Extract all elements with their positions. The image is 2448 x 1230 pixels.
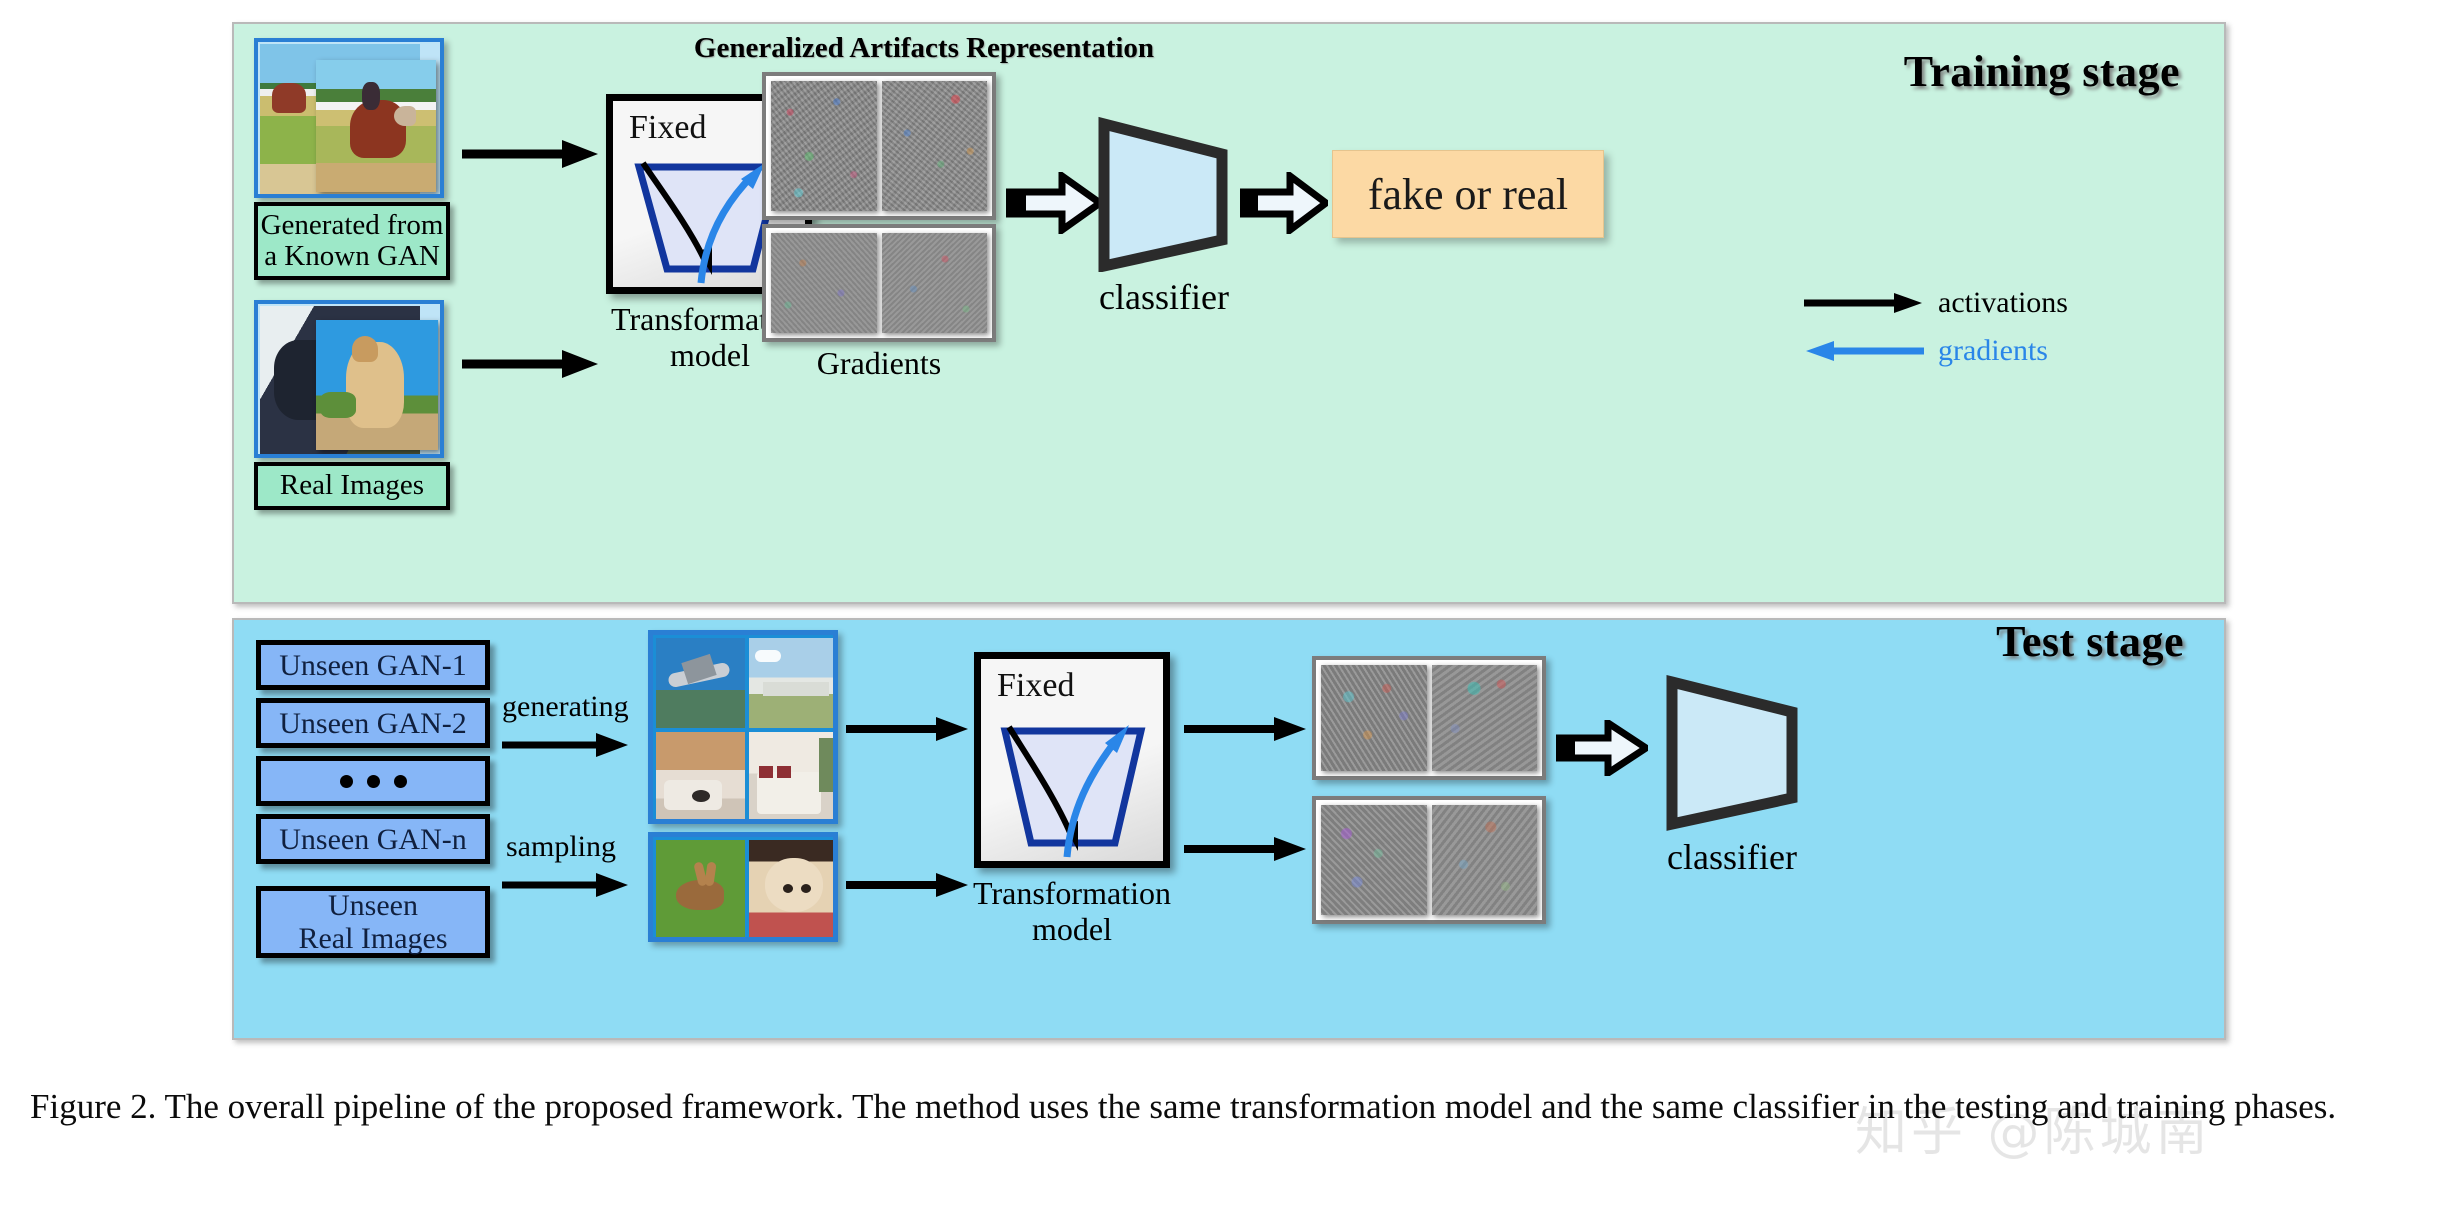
arrow-transformation-to-gradients-test bbox=[1184, 837, 1306, 861]
test-artifact-images bbox=[1312, 656, 1546, 780]
gradient-tile bbox=[1321, 805, 1427, 915]
photo-sofa-living-room bbox=[656, 732, 745, 819]
test-gradient-images bbox=[1312, 796, 1546, 924]
photo-airfield bbox=[749, 638, 833, 728]
photo-palomino-horse-front bbox=[316, 320, 438, 450]
block-arrow-to-classifier-test bbox=[1556, 720, 1648, 776]
source-unseen-gan-1: Unseen GAN-1 bbox=[256, 640, 490, 690]
classifier-shape-icon bbox=[1666, 674, 1798, 831]
training-stage-title: Training stage bbox=[1903, 47, 2180, 96]
photo-poodle-puppy bbox=[749, 840, 833, 937]
photo-horse-rider-front bbox=[316, 60, 436, 192]
process-label-sampling: sampling bbox=[506, 830, 616, 863]
classifier-test: classifier bbox=[1662, 672, 1802, 877]
fixed-label-test: Fixed bbox=[997, 667, 1075, 704]
arrow-generated-grid-to-transformation bbox=[846, 717, 968, 741]
result-label: fake or real bbox=[1367, 169, 1569, 219]
gradient-tile bbox=[881, 233, 987, 333]
legend: activations gradients bbox=[1804, 286, 2204, 396]
fixed-label-training: Fixed bbox=[629, 109, 707, 146]
figure-pipeline-diagram: Training stage Generated from a Known GA… bbox=[0, 0, 2448, 1230]
test-stage-panel: Test stage Unseen GAN-1 Unseen GAN-2 Uns… bbox=[232, 617, 2226, 1040]
legend-row-gradients: gradients bbox=[1804, 334, 2048, 368]
source-label: Unseen GAN-2 bbox=[279, 706, 467, 740]
source-unseen-gan-2: Unseen GAN-2 bbox=[256, 698, 490, 748]
real-images-caption: Real Images bbox=[254, 462, 450, 510]
legend-row-activations: activations bbox=[1804, 286, 2068, 320]
transformation-model-caption-test: Transformation model bbox=[973, 875, 1171, 947]
source-unseen-real-images: Unseen Real Images bbox=[256, 886, 490, 958]
gradient-tile bbox=[1431, 805, 1537, 915]
artifact-tile bbox=[1431, 665, 1537, 771]
generated-gan-caption-text: Generated from a Known GAN bbox=[260, 208, 444, 272]
gradients-arrow-icon bbox=[1806, 341, 1924, 361]
training-stage-panel: Training stage Generated from a Known GA… bbox=[232, 22, 2226, 604]
block-arrow-to-classifier-training bbox=[1006, 172, 1102, 234]
artifact-tile bbox=[1321, 665, 1427, 771]
transformation-model-box-test: Fixed bbox=[974, 652, 1170, 868]
classifier-label-test: classifier bbox=[1667, 837, 1797, 877]
test-generated-images-grid bbox=[648, 630, 838, 824]
classifier-training: classifier bbox=[1096, 116, 1232, 317]
gradient-representation-images bbox=[762, 224, 996, 342]
legend-label-activations: activations bbox=[1938, 286, 2068, 319]
classifier-label-training: classifier bbox=[1099, 277, 1229, 317]
block-arrow-to-result bbox=[1240, 172, 1328, 234]
gradient-tile bbox=[771, 233, 877, 333]
legend-label-gradients: gradients bbox=[1938, 334, 2048, 367]
test-real-images-grid bbox=[648, 832, 838, 942]
source-label: Unseen GAN-n bbox=[279, 822, 467, 856]
activations-arrow-icon bbox=[1804, 293, 1922, 313]
generalized-artifacts-title: Generalized Artifacts Representation bbox=[693, 32, 1155, 64]
arrow-real-to-transformation bbox=[462, 350, 598, 378]
ellipsis-icon bbox=[339, 774, 407, 788]
artifact-representation-images bbox=[762, 72, 996, 220]
generated-gan-image-card bbox=[254, 38, 444, 198]
photo-rabbit-grass bbox=[656, 840, 745, 937]
result-fake-or-real: fake or real bbox=[1332, 150, 1604, 238]
photo-airplane-flying bbox=[656, 638, 745, 728]
source-label: Unseen Real Images bbox=[298, 889, 448, 955]
arrow-sampling bbox=[502, 873, 628, 897]
test-stage-title: Test stage bbox=[1996, 617, 2184, 666]
classifier-shape-icon bbox=[1098, 116, 1228, 273]
source-ellipsis bbox=[256, 756, 490, 806]
photo-bedroom bbox=[749, 732, 833, 819]
real-images-card bbox=[254, 300, 444, 458]
process-label-generating: generating bbox=[502, 690, 629, 723]
source-label: Unseen GAN-1 bbox=[279, 648, 467, 682]
artifact-tile bbox=[881, 81, 987, 211]
generated-gan-caption: Generated from a Known GAN bbox=[254, 202, 450, 280]
source-unseen-gan-n: Unseen GAN-n bbox=[256, 814, 490, 864]
real-images-caption-text: Real Images bbox=[279, 469, 425, 502]
arrow-generated-to-transformation bbox=[462, 140, 598, 168]
artifact-tile bbox=[771, 81, 877, 211]
gradients-caption: Gradients bbox=[816, 345, 942, 381]
arrow-generating bbox=[502, 733, 628, 757]
figure-caption: Figure 2. The overall pipeline of the pr… bbox=[30, 1087, 2337, 1126]
arrow-transformation-to-artifacts-test bbox=[1184, 717, 1306, 741]
